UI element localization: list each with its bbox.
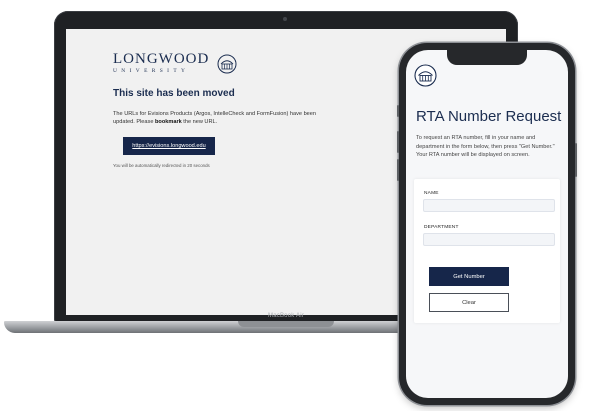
phone-volume-down	[397, 159, 399, 181]
redirect-note: You will be automatically redirected in …	[113, 163, 210, 168]
department-field[interactable]	[423, 233, 555, 246]
logo-word: LONGWOOD	[113, 51, 210, 67]
moved-body-bold: bookmark	[155, 119, 182, 125]
page-title: RTA Number Request	[416, 108, 562, 125]
name-field[interactable]	[423, 199, 555, 212]
rta-form: NAME DEPARTMENT Get Number Clear	[414, 179, 560, 323]
moved-title: This site has been moved	[113, 88, 235, 99]
name-label: NAME	[424, 191, 439, 196]
phone-mute-switch	[397, 105, 399, 117]
moved-body-end: the new URL.	[181, 119, 218, 125]
department-label: DEPARTMENT	[424, 225, 459, 230]
get-number-button[interactable]: Get Number	[429, 267, 509, 286]
moved-notice: LONGWOOD UNIVERSITY This site has been m…	[113, 52, 373, 169]
phone-device: RTA Number Request To request an RTA num…	[397, 43, 577, 405]
logo-wordmark: LONGWOOD UNIVERSITY	[113, 52, 209, 75]
clear-button[interactable]: Clear	[429, 293, 509, 312]
longwood-seal-icon	[217, 54, 237, 73]
logo-sub: UNIVERSITY	[113, 68, 190, 74]
phone-notch	[447, 50, 527, 65]
phone-longwood-logo-icon[interactable]	[414, 64, 437, 87]
page-description: To request an RTA number, fill in your n…	[416, 135, 555, 159]
new-url-link-button[interactable]: https://evisions.longwood.edu	[123, 137, 215, 155]
laptop-model-label: MacBook Air	[268, 313, 304, 319]
longwood-logo: LONGWOOD UNIVERSITY	[113, 52, 373, 75]
phone-screen: RTA Number Request To request an RTA num…	[406, 50, 568, 398]
laptop-camera	[283, 17, 287, 21]
phone-volume-up	[397, 131, 399, 153]
moved-body: The URLs for Evisions Products (Argos, I…	[113, 110, 323, 126]
phone-power-button	[575, 143, 577, 177]
